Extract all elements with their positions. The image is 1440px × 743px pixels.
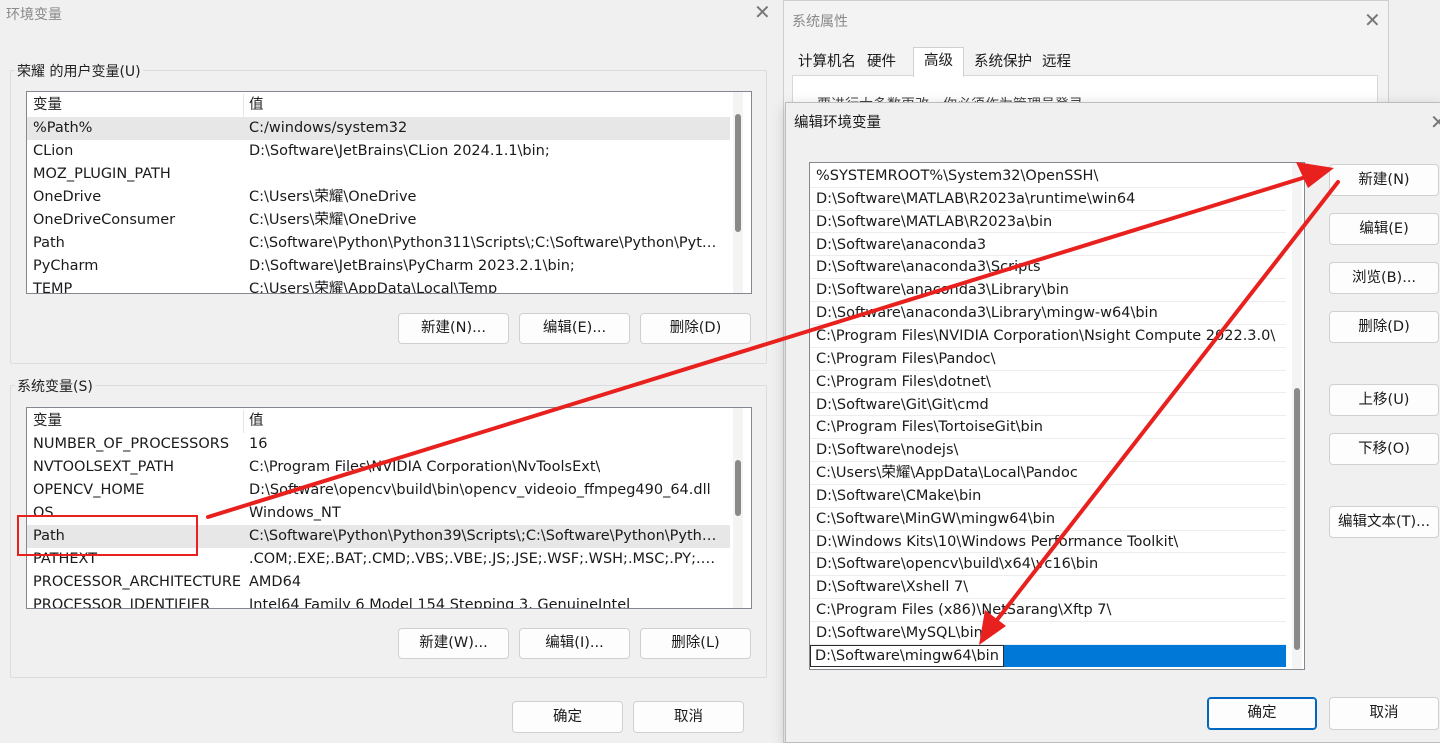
arrow-to-new-button-head: [1296, 162, 1334, 188]
arrow-to-new-entry: [984, 180, 1340, 636]
annotation-arrows: [206, 162, 1340, 645]
arrow-to-new-button: [206, 170, 1324, 519]
